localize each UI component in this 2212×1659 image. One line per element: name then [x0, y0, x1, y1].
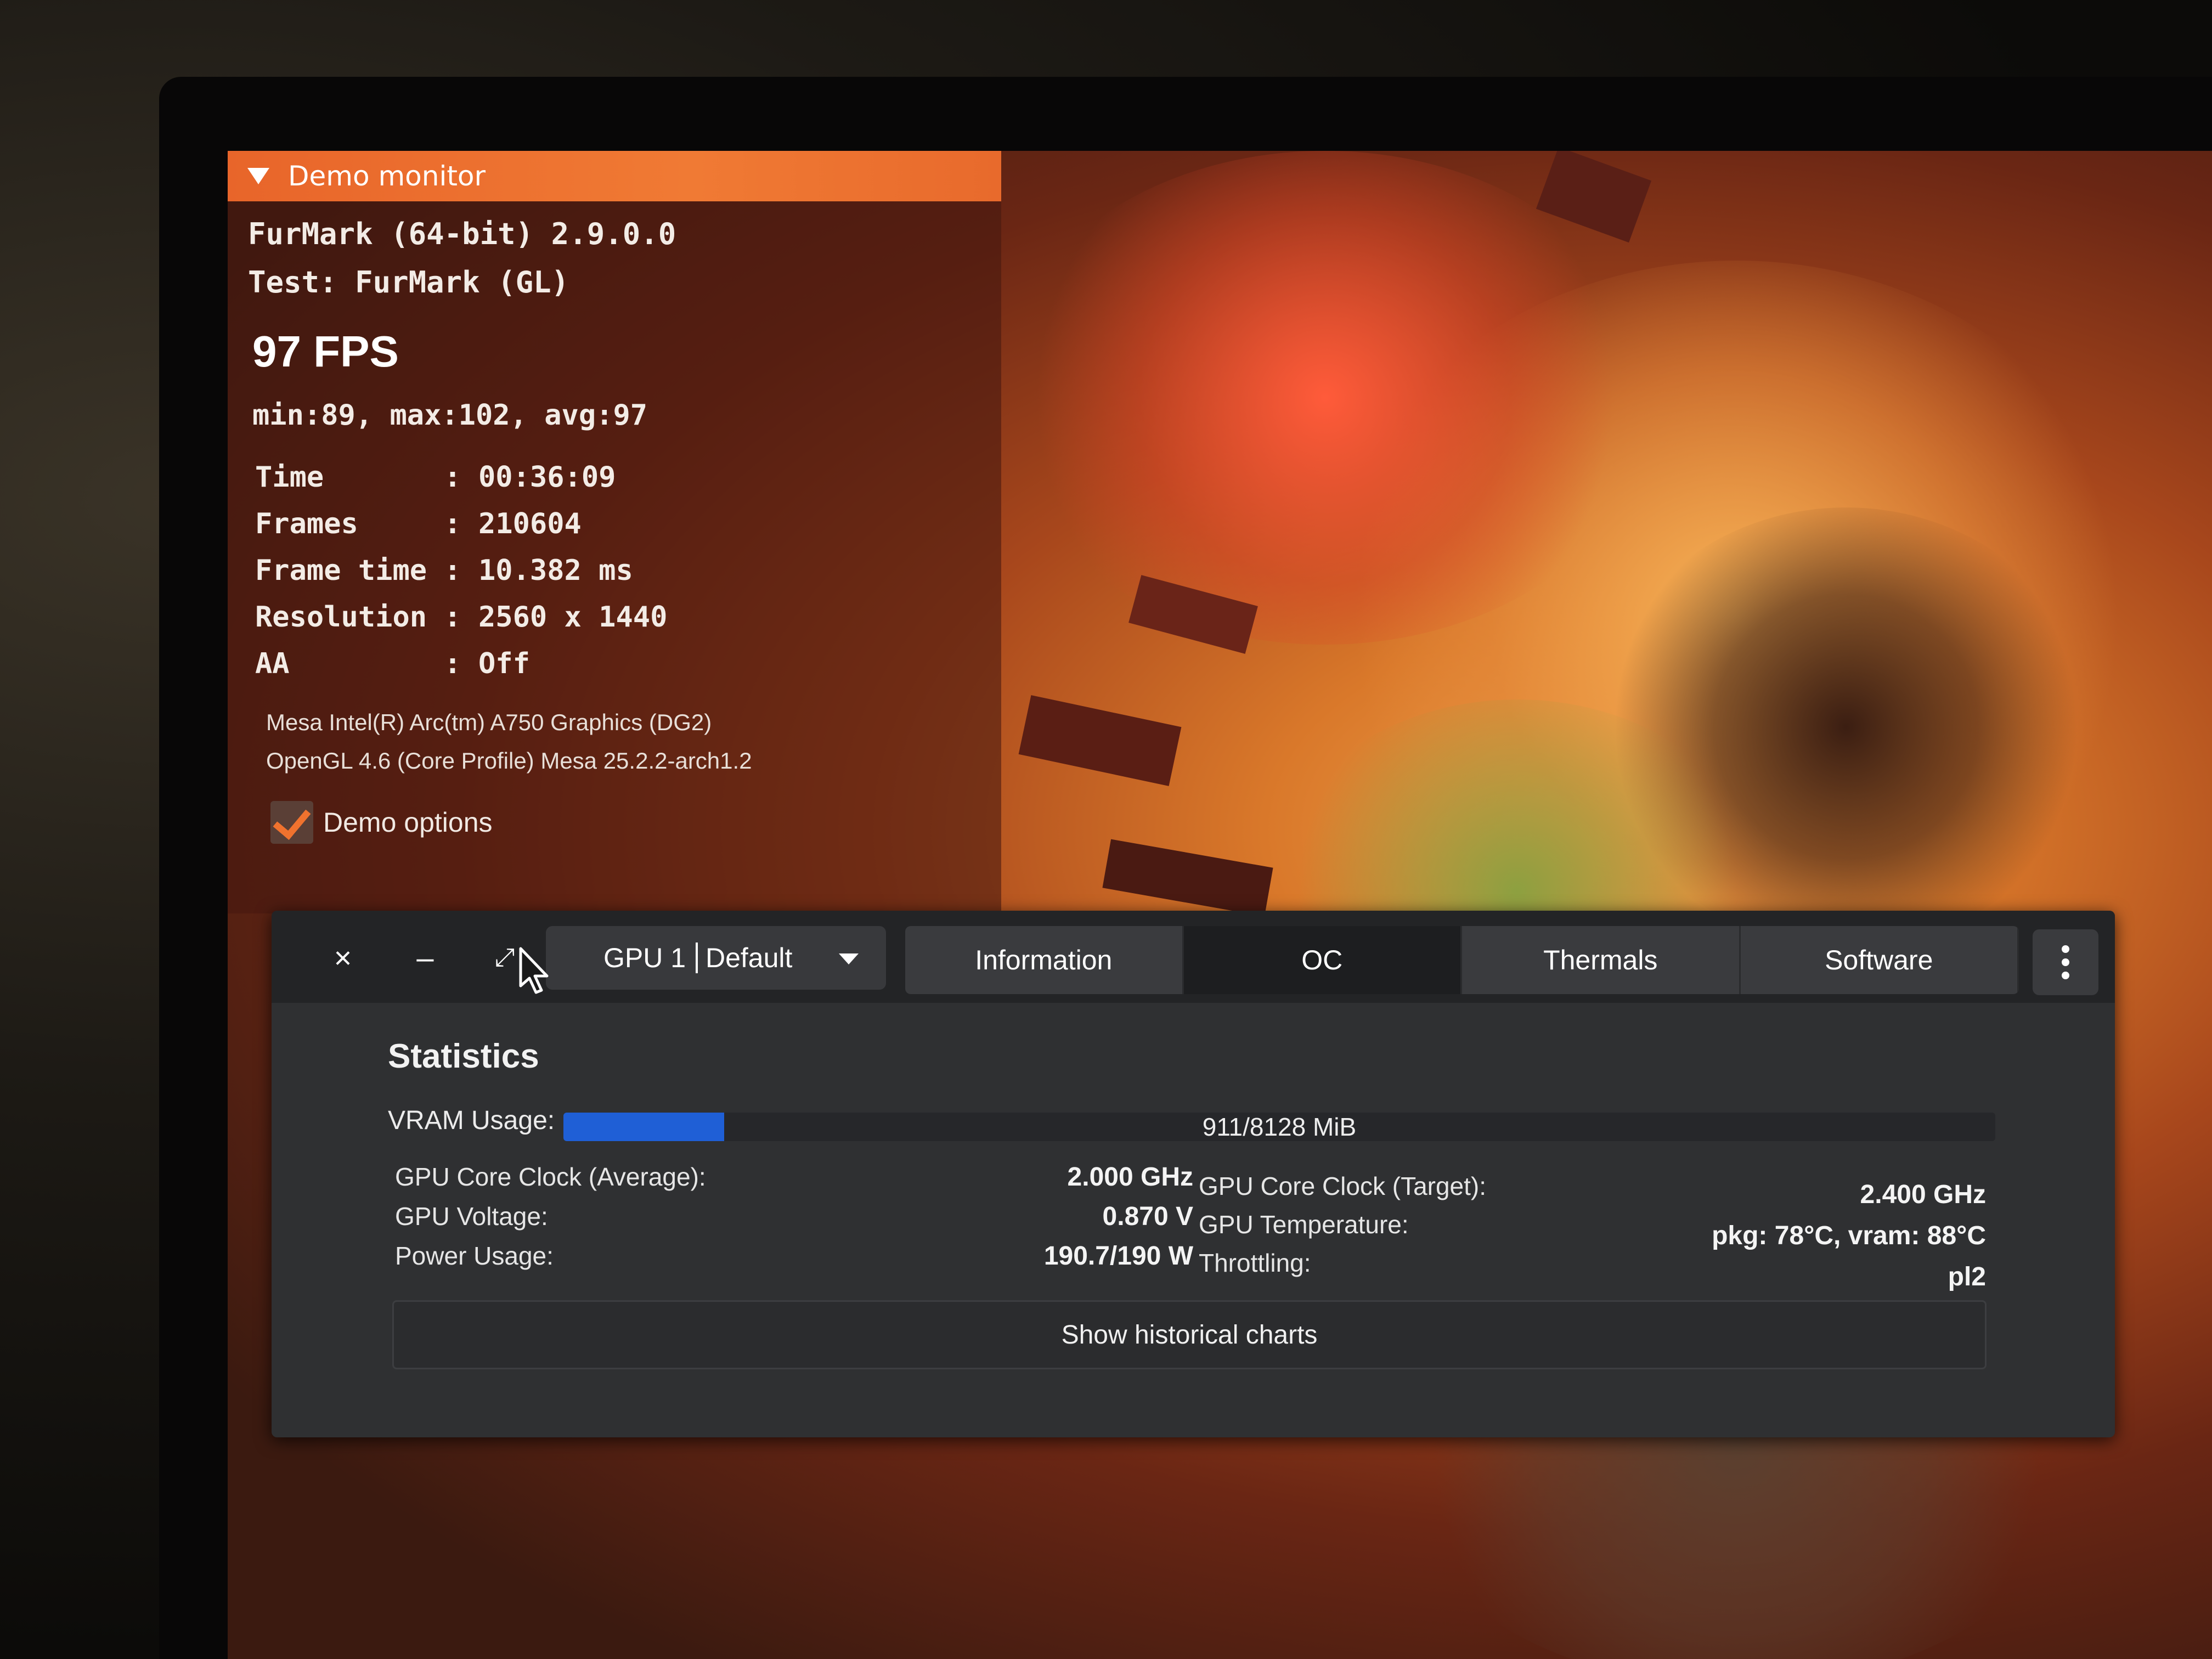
kebab-dot-icon	[2062, 972, 2069, 979]
gl-version-info: OpenGL 4.6 (Core Profile) Mesa 25.2.2-ar…	[266, 748, 752, 774]
gpu-temperature-label: GPU Temperature:	[1199, 1210, 1409, 1239]
chevron-down-icon	[839, 953, 859, 964]
show-historical-charts-button[interactable]: Show historical charts	[392, 1300, 1987, 1369]
tab-thermals[interactable]: Thermals	[1462, 926, 1741, 994]
checkmark-icon	[273, 800, 311, 840]
app-version: FurMark (64-bit) 2.9.0.0	[248, 217, 676, 251]
demo-monitor-header[interactable]: Demo monitor	[228, 151, 1001, 201]
close-button[interactable]: ×	[318, 933, 368, 982]
stat-row-frames: Frames : 210604	[255, 507, 582, 540]
vram-usage-label: VRAM Usage:	[388, 1106, 555, 1135]
gpu-voltage-value: 0.870 V	[1102, 1202, 1193, 1231]
statistics-title: Statistics	[388, 1037, 539, 1075]
fps-stats: min:89, max:102, avg:97	[252, 399, 648, 432]
demo-monitor-panel: Demo monitor FurMark (64-bit) 2.9.0.0 Te…	[228, 151, 1001, 913]
stat-label: AA	[255, 647, 427, 680]
gpu-select-dropdown[interactable]: GPU 1 Default	[546, 926, 886, 990]
power-usage-label: Power Usage:	[395, 1242, 554, 1270]
gpu-profile: Default	[705, 943, 793, 973]
stat-value: : 10.382 ms	[444, 554, 633, 587]
stat-label: Frames	[255, 507, 427, 540]
tab-information[interactable]: Information	[905, 926, 1184, 994]
power-usage-value: 190.7/190 W	[1043, 1242, 1193, 1271]
throttling-label: Throttling:	[1199, 1249, 1311, 1277]
stat-value: : 210604	[444, 507, 582, 540]
renderer-info: Mesa Intel(R) Arc(tm) A750 Graphics (DG2…	[266, 709, 712, 735]
more-menu-button[interactable]	[2033, 929, 2098, 995]
kebab-dot-icon	[2062, 958, 2069, 966]
stat-label: Resolution	[255, 601, 427, 634]
demo-options-checkbox[interactable]	[270, 800, 313, 844]
vram-usage-bar: 911/8128 MiB	[563, 1113, 1995, 1141]
demo-options-label[interactable]: Demo options	[323, 806, 493, 838]
stat-row-aa: AA : Off	[255, 647, 530, 680]
stat-row-time: Time : 00:36:09	[255, 461, 616, 494]
gpu-temperature-value: pkg: 78°C, vram: 88°C	[1712, 1221, 1986, 1250]
gpu-select-value: GPU 1 Default	[603, 942, 792, 974]
core-clock-average-value: 2.000 GHz	[1067, 1163, 1193, 1192]
core-clock-target-label: GPU Core Clock (Target):	[1199, 1172, 1487, 1200]
core-clock-average-label: GPU Core Clock (Average):	[395, 1163, 706, 1191]
separator	[695, 943, 698, 973]
maximize-icon: ⤢	[494, 943, 515, 971]
demo-monitor-title: Demo monitor	[288, 160, 486, 192]
stat-value: : 00:36:09	[444, 461, 616, 494]
fps-value: 97 FPS	[252, 327, 399, 376]
throttling-value: pl2	[1948, 1262, 1986, 1291]
collapse-triangle-icon[interactable]	[247, 168, 269, 184]
stat-label: Frame time	[255, 554, 427, 587]
core-clock-target-value: 2.400 GHz	[1860, 1180, 1986, 1209]
gpu-name: GPU 1	[603, 943, 686, 973]
vram-usage-text: 911/8128 MiB	[1202, 1113, 1357, 1141]
kebab-dot-icon	[2062, 945, 2069, 953]
gpu-voltage-label: GPU Voltage:	[395, 1202, 548, 1231]
mouse-cursor-icon	[519, 947, 549, 994]
test-name: Test: FurMark (GL)	[248, 265, 569, 300]
tab-oc[interactable]: OC	[1183, 926, 1462, 994]
stat-label: Time	[255, 461, 427, 494]
minimize-icon: –	[416, 940, 434, 975]
minimize-button[interactable]: –	[400, 933, 450, 982]
close-icon: ×	[334, 940, 352, 975]
stat-value: : 2560 x 1440	[444, 601, 668, 634]
tab-software[interactable]: Software	[1740, 926, 2019, 994]
tab-bar: Information OC Thermals Software	[905, 926, 2019, 994]
stat-row-frame-time: Frame time : 10.382 ms	[255, 554, 633, 587]
stat-row-resolution: Resolution : 2560 x 1440	[255, 601, 667, 634]
stat-value: : Off	[444, 647, 530, 680]
